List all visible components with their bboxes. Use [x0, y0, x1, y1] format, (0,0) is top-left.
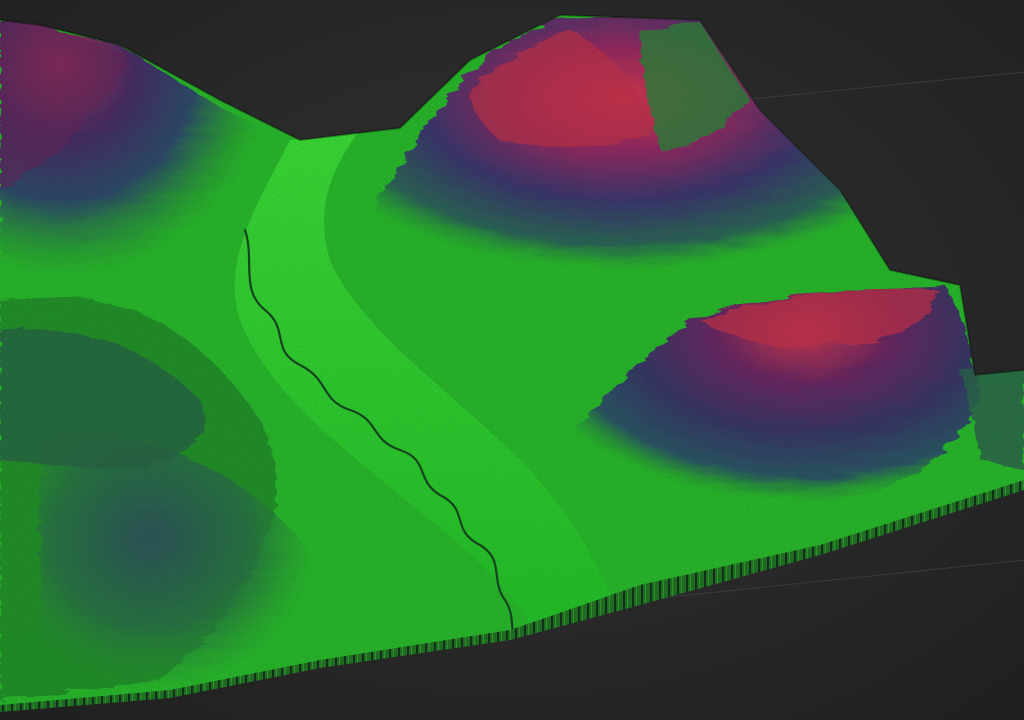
terrain-viewport[interactable] — [0, 0, 1024, 720]
terrain-render — [0, 0, 1024, 720]
